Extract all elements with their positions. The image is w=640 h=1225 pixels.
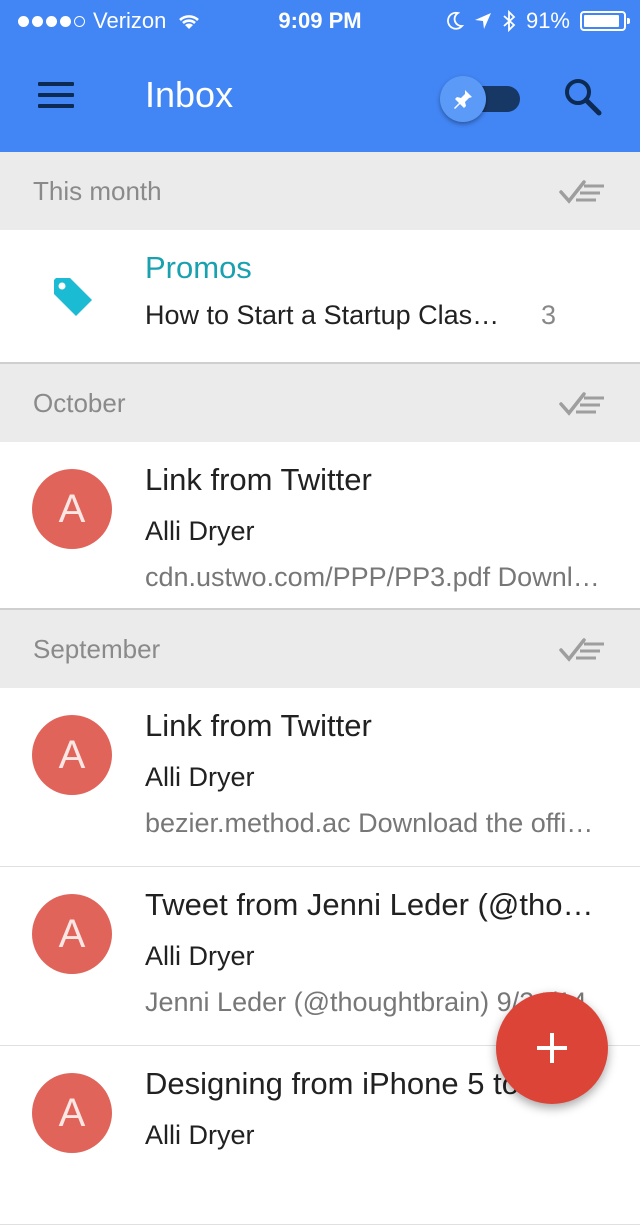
menu-line [38, 82, 74, 86]
bundle-title: Promos [145, 250, 252, 285]
header: Verizon 9:09 PM 91% Inbox [0, 0, 640, 152]
email-item[interactable]: A Link from Twitter Alli Dryer cdn.ustwo… [0, 442, 640, 610]
pin-icon [454, 90, 472, 109]
search-glyph [565, 79, 602, 116]
sweep-done-icon[interactable] [558, 176, 608, 206]
email-subject: Link from Twitter [145, 708, 372, 743]
page-title: Inbox [145, 74, 234, 115]
avatar: A [32, 469, 112, 549]
section-header-october: October [0, 364, 640, 442]
avatar: A [32, 894, 112, 974]
email-subject: Link from Twitter [145, 462, 372, 497]
bundle-snippet: How to Start a Startup Class ... [145, 300, 505, 330]
sweep-done-icon[interactable] [558, 388, 608, 418]
hamburger-menu-icon[interactable] [38, 82, 74, 108]
battery-nub [627, 18, 630, 24]
plus-icon [537, 1033, 567, 1063]
email-sender: Alli Dryer [145, 762, 255, 792]
location-arrow-icon [474, 13, 491, 29]
avatar: A [32, 1073, 112, 1153]
promos-bundle[interactable]: Promos How to Start a Startup Class ... … [0, 230, 640, 364]
bundle-count: 3 [541, 300, 557, 330]
section-header-september: September [0, 610, 640, 688]
status-right: 91% [446, 8, 630, 34]
battery-percent: 91% [525, 8, 570, 33]
email-item[interactable]: A Link from Twitter Alli Dryer bezier.me… [0, 688, 640, 867]
section-title: This month [33, 176, 162, 206]
moon-icon [447, 11, 464, 30]
tag-icon [54, 278, 92, 316]
menu-line [38, 104, 74, 108]
sweep-done-icon[interactable] [558, 634, 608, 664]
section-title: October [33, 388, 126, 418]
search-icon[interactable] [562, 76, 604, 118]
avatar: A [32, 715, 112, 795]
section-header-this-month: This month [0, 152, 640, 230]
email-sender: Alli Dryer [145, 941, 255, 971]
section-title: September [33, 634, 161, 664]
menu-line [38, 93, 74, 97]
toggle-knob [440, 76, 486, 122]
bluetooth-icon [503, 10, 516, 32]
email-preview: bezier.method.ac Download the official T… [145, 808, 600, 838]
email-preview: cdn.ustwo.com/PPP/PP3.pdf Download the o… [145, 562, 600, 592]
email-subject: Tweet from Jenni Leder (@thoughtbrain) [145, 887, 600, 922]
compose-fab[interactable] [496, 992, 608, 1104]
pinned-toggle[interactable] [440, 76, 522, 122]
app-bar: Inbox [0, 40, 640, 152]
battery-icon [580, 11, 630, 31]
email-sender: Alli Dryer [145, 516, 255, 546]
status-bar: Verizon 9:09 PM 91% [0, 0, 640, 40]
battery-fill [584, 15, 619, 27]
